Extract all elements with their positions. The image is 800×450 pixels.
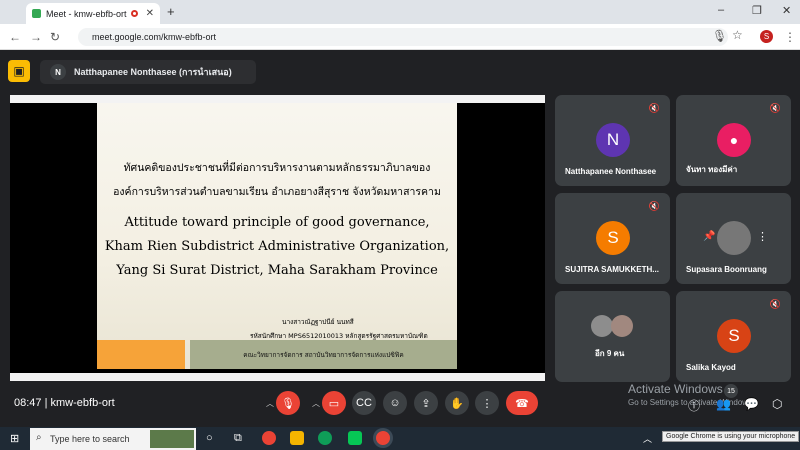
slide-thai-title-2: องค์การบริหารส่วนตำบลขามเรียน อำเภอยางสี… bbox=[113, 186, 441, 198]
mic-muted-icon: 🔇 bbox=[769, 299, 781, 309]
more-options-button[interactable]: ⋮ bbox=[475, 391, 499, 415]
close-window-button[interactable]: ✕ bbox=[782, 4, 791, 17]
participant-name: จันทา ทองมีค่า bbox=[686, 165, 738, 174]
powerpoint-titlebar bbox=[10, 95, 545, 103]
forward-arrow-icon[interactable]: → bbox=[30, 30, 42, 44]
chrome-icon[interactable] bbox=[262, 431, 276, 445]
meeting-time: 08:47 bbox=[14, 397, 42, 409]
recording-indicator-icon bbox=[130, 10, 138, 17]
new-tab-button[interactable]: + bbox=[167, 4, 175, 19]
close-tab-icon[interactable]: ✕ bbox=[146, 8, 154, 19]
pin-icon[interactable]: 📌 bbox=[703, 231, 715, 242]
cortana-icon[interactable]: ○ bbox=[206, 432, 213, 444]
address-bar[interactable]: meet.google.com/kmw-ebfb-ort bbox=[78, 28, 728, 46]
chrome-active-icon[interactable] bbox=[376, 431, 390, 445]
notification-badge: 15 bbox=[724, 384, 738, 398]
meeting-info: 08:47 | kmw-ebfb-ort bbox=[14, 397, 115, 409]
avatar bbox=[611, 315, 633, 337]
maximize-button[interactable]: ❐ bbox=[752, 4, 762, 17]
participant-tile[interactable]: 🔇 S SUJITRA SAMUKKETH... bbox=[555, 193, 670, 284]
profile-avatar[interactable]: S bbox=[760, 30, 773, 43]
captions-button[interactable]: CC bbox=[352, 391, 376, 415]
presentation-icon[interactable]: ▣ bbox=[8, 60, 30, 82]
avatar: N bbox=[596, 123, 630, 157]
slide-orange-block bbox=[97, 340, 185, 369]
mic-muted-icon: 🔇 bbox=[648, 103, 660, 113]
person-avatar-icon: ● bbox=[717, 123, 751, 157]
presenter-label: Natthapanee Nonthasee (การนำเสนอ) bbox=[74, 67, 232, 77]
microphone-off-button[interactable]: 🎙 bbox=[276, 391, 300, 415]
participant-tile[interactable]: 🔇 ● จันทา ทองมีค่า bbox=[676, 95, 791, 186]
presenter-chip: N Natthapanee Nonthasee (การนำเสนอ) bbox=[40, 60, 256, 84]
powerpoint-statusbar bbox=[10, 373, 545, 381]
leave-call-button[interactable]: ☎ bbox=[506, 391, 538, 415]
present-button[interactable]: ⇪ bbox=[414, 391, 438, 415]
taskbar-search[interactable]: ⌕ Type here to search bbox=[30, 428, 196, 450]
participant-name: Supasara Boonruang bbox=[686, 265, 767, 274]
tray-chevron-icon[interactable]: ︿ bbox=[643, 432, 652, 445]
participant-tile[interactable]: 📌 ⋮ Supasara Boonruang bbox=[676, 193, 791, 284]
tab-title: Meet - kmw-ebfb-ort bbox=[46, 8, 127, 19]
participant-name: SUJITRA SAMUKKETH... bbox=[565, 265, 659, 274]
presenter-avatar: N bbox=[50, 64, 66, 80]
mic-muted-icon: 🔇 bbox=[769, 103, 781, 113]
raise-hand-button[interactable]: ✋ bbox=[445, 391, 469, 415]
avatar bbox=[591, 315, 613, 337]
participant-name: Salika Kayod bbox=[686, 363, 736, 372]
url-text: meet.google.com/kmw-ebfb-ort bbox=[92, 32, 217, 42]
address-toolbar: ← → ↻ meet.google.com/kmw-ebfb-ort 🎙 ☆ ⋮ bbox=[0, 24, 800, 50]
minimize-button[interactable]: – bbox=[718, 4, 724, 16]
activate-windows-title: Activate Windows bbox=[628, 382, 723, 396]
slide-english-title-2: Kham Rien Subdistrict Administrative Org… bbox=[104, 239, 450, 254]
participant-name: อีก 9 คน bbox=[595, 349, 625, 358]
search-placeholder: Type here to search bbox=[50, 434, 130, 444]
slide-faculty: คณะวิทยาการจัดการ สถาบันวิทยาการจัดการแห… bbox=[243, 350, 404, 359]
info-icon[interactable]: ⓘ bbox=[688, 397, 700, 414]
back-arrow-icon[interactable]: ← bbox=[9, 30, 21, 44]
search-icon: ⌕ bbox=[36, 432, 42, 443]
people-icon[interactable]: 👥 bbox=[716, 397, 731, 411]
shared-screen: ทัศนคติของประชาชนที่มีต่อการบริหารงานตาม… bbox=[10, 95, 545, 381]
tab-meet[interactable]: Meet - kmw-ebfb-ort ✕ bbox=[26, 3, 160, 24]
activities-icon[interactable]: ⬡ bbox=[772, 397, 782, 411]
edge-icon[interactable] bbox=[318, 431, 332, 445]
slide-thai-title-1: ทัศนคติของประชาชนที่มีต่อการบริหารงานตาม… bbox=[123, 162, 431, 174]
microphone-tooltip: Google Chrome is using your microphone bbox=[662, 431, 800, 442]
reload-icon[interactable]: ↻ bbox=[50, 30, 60, 44]
search-highlight-image bbox=[150, 430, 194, 448]
meet-favicon-icon bbox=[32, 9, 41, 18]
chat-icon[interactable]: 💬 bbox=[744, 397, 759, 411]
menu-kebab-icon[interactable]: ⋮ bbox=[784, 30, 796, 44]
avatar: S bbox=[596, 221, 630, 255]
slide-author: นางสาวณัฏฐาปนีย์ นนทสี bbox=[282, 318, 354, 326]
file-explorer-icon[interactable] bbox=[290, 431, 304, 445]
microphone-icon[interactable]: 🎙 bbox=[712, 29, 727, 43]
slide-faculty-band: คณะวิทยาการจัดการ สถาบันวิทยาการจัดการแห… bbox=[190, 340, 457, 369]
participant-name: Natthapanee Nonthasee bbox=[565, 167, 657, 176]
participant-tile[interactable]: 🔇 S Salika Kayod bbox=[676, 291, 791, 382]
chevron-up-icon[interactable]: ︿ bbox=[266, 398, 274, 409]
slide-english-title-1: Attitude toward principle of good govern… bbox=[124, 215, 430, 230]
video-thumbnail bbox=[717, 221, 751, 255]
presentation-slide: ทัศนคติของประชาชนที่มีต่อการบริหารงานตาม… bbox=[97, 103, 457, 369]
bookmark-star-icon[interactable]: ☆ bbox=[732, 28, 743, 42]
chevron-up-icon[interactable]: ︿ bbox=[312, 398, 320, 409]
emoji-button[interactable]: ☺ bbox=[383, 391, 407, 415]
participant-tile[interactable]: 🔇 N Natthapanee Nonthasee bbox=[555, 95, 670, 186]
camera-off-button[interactable]: ▭ bbox=[322, 391, 346, 415]
task-view-icon[interactable]: ⧉ bbox=[234, 432, 242, 445]
more-options-icon[interactable]: ⋮ bbox=[757, 230, 768, 243]
participant-tile[interactable]: อีก 9 คน bbox=[555, 291, 670, 382]
browser-tab-strip: Meet - kmw-ebfb-ort ✕ + – ❐ ✕ bbox=[0, 0, 800, 24]
line-icon[interactable] bbox=[348, 431, 362, 445]
slide-english-title-3: Yang Si Surat District, Maha Sarakham Pr… bbox=[116, 263, 438, 278]
avatar: S bbox=[717, 319, 751, 353]
mic-muted-icon: 🔇 bbox=[648, 201, 660, 211]
meeting-code: kmw-ebfb-ort bbox=[50, 397, 115, 409]
windows-start-icon[interactable]: ⊞ bbox=[10, 432, 19, 445]
